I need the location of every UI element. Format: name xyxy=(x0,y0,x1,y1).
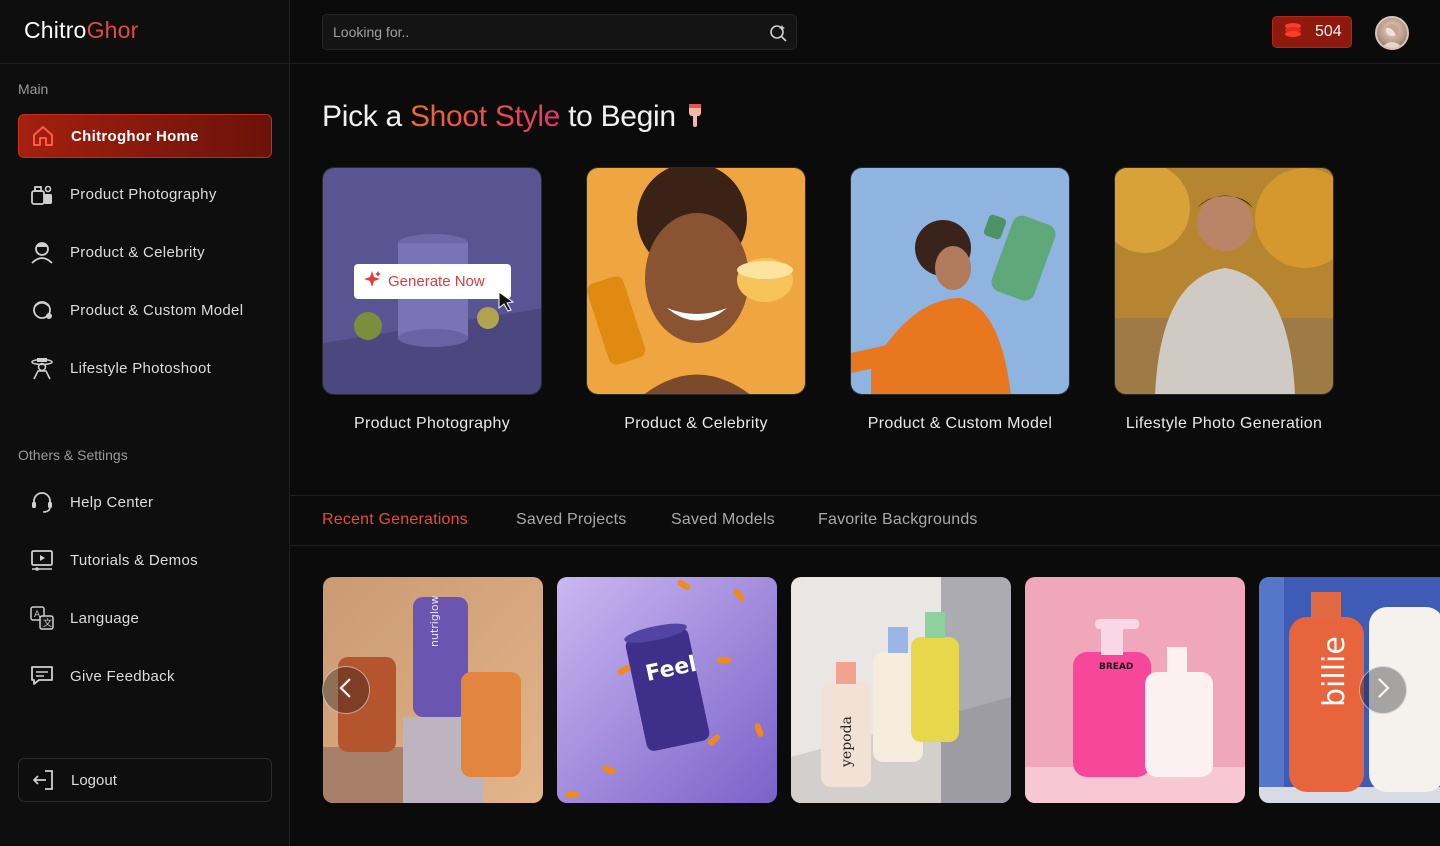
sidebar-item-label: Tutorials & Demos xyxy=(70,551,198,569)
page-title: Pick a Shoot Style to Begin xyxy=(322,100,706,134)
sidebar: ChitroGhor Main Chitroghor Home Product … xyxy=(0,0,290,846)
generate-now-label: Generate Now xyxy=(388,273,485,290)
carousel-prev-button[interactable] xyxy=(322,666,370,714)
sidebar-item-label: Chitroghor Home xyxy=(71,127,199,145)
credits-value: 504 xyxy=(1315,23,1342,40)
generation-thumbnail: billie xyxy=(1259,577,1440,803)
product-label: nutriglow xyxy=(428,595,441,647)
product-label: billie xyxy=(1317,636,1352,707)
search-bar xyxy=(322,14,797,50)
sidebar-item-label: Product Photography xyxy=(70,185,217,203)
lifestyle-icon xyxy=(28,354,56,382)
sidebar-item-label: Give Feedback xyxy=(70,667,175,685)
style-card-lifestyle[interactable] xyxy=(1114,167,1334,395)
generation-thumbnail: BREAD xyxy=(1025,577,1245,803)
cursor-icon xyxy=(497,290,517,317)
title-post: to Begin xyxy=(560,100,676,133)
headset-icon xyxy=(28,488,56,516)
tab-recent-generations[interactable]: Recent Generations xyxy=(322,511,468,529)
logout-button[interactable]: Logout xyxy=(18,758,272,802)
sidebar-item-help-center[interactable]: Help Center xyxy=(18,480,272,524)
credits-badge[interactable]: 504 xyxy=(1272,16,1352,48)
sidebar-item-label: Lifestyle Photoshoot xyxy=(70,359,212,377)
style-card-product-photography[interactable]: Generate Now xyxy=(322,167,542,395)
avatar[interactable] xyxy=(1375,16,1409,50)
product-label: yepoda xyxy=(839,716,855,768)
sidebar-item-product-celebrity[interactable]: Product & Celebrity xyxy=(18,230,272,274)
custom-model-icon xyxy=(28,296,56,324)
sidebar-item-product-photography[interactable]: Product Photography xyxy=(18,172,272,216)
style-label: Product & Custom Model xyxy=(867,415,1053,432)
sidebar-item-label: Language xyxy=(70,609,140,627)
generation-thumbnail: yepoda xyxy=(791,577,1011,803)
sparkle-icon xyxy=(364,270,382,293)
product-camera-icon xyxy=(28,180,56,208)
brand-part-2: Ghor xyxy=(86,17,139,43)
style-label: Product & Celebrity xyxy=(624,415,768,432)
generation-card[interactable]: BREAD xyxy=(1025,577,1245,803)
title-accent: Shoot Style xyxy=(409,100,561,133)
product-label: BREAD xyxy=(1099,662,1133,672)
coins-icon xyxy=(1283,22,1303,43)
sidebar-divider xyxy=(0,63,290,64)
celebrity-icon xyxy=(28,238,56,266)
app-root: ChitroGhor Main Chitroghor Home Product … xyxy=(0,0,1440,846)
title-pre: Pick a xyxy=(322,100,410,133)
search-icon[interactable] xyxy=(768,23,788,43)
sidebar-item-language[interactable]: A文 Language xyxy=(18,596,272,640)
sidebar-item-label: Product & Celebrity xyxy=(70,243,205,261)
sidebar-item-product-custom-model[interactable]: Product & Custom Model xyxy=(18,288,272,332)
tab-saved-projects[interactable]: Saved Projects xyxy=(516,511,626,529)
generation-thumbnail: Feel xyxy=(557,577,777,803)
sidebar-item-lifestyle-photoshoot[interactable]: Lifestyle Photoshoot xyxy=(18,346,272,390)
video-player-icon xyxy=(28,546,56,574)
pointing-down-icon xyxy=(684,104,706,132)
generation-card[interactable]: yepoda xyxy=(791,577,1011,803)
product-custom-model-thumbnail xyxy=(851,168,1069,394)
home-icon xyxy=(29,122,57,150)
search-input[interactable] xyxy=(333,15,753,49)
translate-icon: A文 xyxy=(28,604,56,632)
generate-now-button[interactable]: Generate Now xyxy=(354,264,511,299)
sidebar-item-label: Product & Custom Model xyxy=(70,301,244,319)
section-label-settings: Others & Settings xyxy=(18,447,128,463)
divider xyxy=(290,495,1440,496)
tab-favorite-backgrounds[interactable]: Favorite Backgrounds xyxy=(818,511,978,529)
sidebar-item-feedback[interactable]: Give Feedback xyxy=(18,654,272,698)
style-card-product-custom-model[interactable] xyxy=(850,167,1070,395)
chat-icon xyxy=(28,662,56,690)
logout-icon xyxy=(29,766,57,794)
svg-text:文: 文 xyxy=(43,617,52,629)
brand-logo[interactable]: ChitroGhor xyxy=(24,17,139,44)
sidebar-item-home[interactable]: Chitroghor Home xyxy=(18,114,272,158)
chevron-right-icon xyxy=(1375,677,1391,704)
lifestyle-thumbnail xyxy=(1115,168,1333,394)
sidebar-item-label: Help Center xyxy=(70,493,154,511)
section-label-main: Main xyxy=(18,81,49,97)
generation-card[interactable]: Feel xyxy=(557,577,777,803)
topbar: 504 xyxy=(290,0,1440,64)
generation-card[interactable]: billie xyxy=(1259,577,1440,803)
divider xyxy=(290,545,1440,546)
brand-part-1: Chitro xyxy=(24,17,87,43)
chevron-left-icon xyxy=(338,677,354,704)
product-celebrity-thumbnail xyxy=(587,168,805,394)
style-label: Lifestyle Photo Generation xyxy=(1125,415,1323,432)
tab-saved-models[interactable]: Saved Models xyxy=(671,511,775,529)
style-card-product-celebrity[interactable] xyxy=(586,167,806,395)
sidebar-item-tutorials[interactable]: Tutorials & Demos xyxy=(18,538,272,582)
style-label: Product Photography xyxy=(353,415,511,432)
logout-label: Logout xyxy=(71,771,117,789)
carousel-next-button[interactable] xyxy=(1359,666,1407,714)
